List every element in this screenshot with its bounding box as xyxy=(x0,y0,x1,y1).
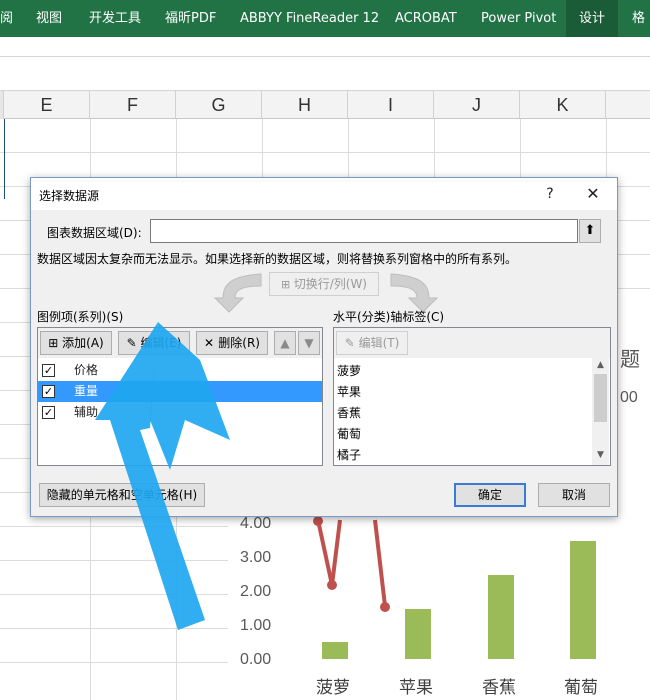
legend-entries-label: 图例项(系列)(S) xyxy=(37,310,124,324)
col-header-e[interactable]: E xyxy=(4,91,90,119)
switch-row-column-button[interactable]: ⊞ 切换行/列(W) xyxy=(269,272,379,296)
category-item: 橘子 xyxy=(337,448,362,462)
category-panel: ✎ 编辑(T) 菠萝 苹果 香蕉 葡萄 橘子 ▲ ▼ xyxy=(333,327,611,466)
scroll-up-icon[interactable]: ▲ xyxy=(592,360,609,370)
tab-abbyy[interactable]: ABBYY FineReader 12 xyxy=(240,0,379,37)
category-toolbar: ✎ 编辑(T) xyxy=(334,328,610,358)
category-item: 苹果 xyxy=(337,385,362,399)
series-item-price[interactable]: ✓ 价格 xyxy=(38,360,322,381)
category-item: 香蕉 xyxy=(337,406,362,420)
col-header-j[interactable]: J xyxy=(434,91,520,119)
edit-series-button[interactable]: ✎ 编辑(E) xyxy=(118,331,190,355)
tab-view[interactable]: 视图 xyxy=(36,0,62,37)
tab-foxit-pdf[interactable]: 福昕PDF xyxy=(165,0,216,37)
cancel-button[interactable]: 取消 xyxy=(538,483,610,507)
category-scrollbar[interactable]: ▲ ▼ xyxy=(592,358,609,465)
series-checkbox[interactable]: ✓ xyxy=(42,406,55,419)
series-item-weight[interactable]: ✓ 重量 xyxy=(38,381,322,402)
col-header-i[interactable]: I xyxy=(348,91,434,119)
col-header-l[interactable] xyxy=(606,91,650,119)
move-up-button[interactable]: ▲ xyxy=(274,331,296,355)
dialog-title-bar: 选择数据源 ? ✕ xyxy=(31,178,617,210)
scroll-thumb[interactable] xyxy=(594,374,607,422)
ok-button[interactable]: 确定 xyxy=(454,483,526,507)
series-toolbar: ⊞ 添加(A) ✎ 编辑(E) ✕ 删除(R) ▲ ▼ xyxy=(38,328,322,358)
col-header-g[interactable]: G xyxy=(176,91,262,119)
close-icon[interactable]: ✕ xyxy=(582,184,604,204)
column-header-row: E F G H I J K xyxy=(0,91,650,119)
select-data-source-dialog: 选择数据源 ? ✕ 图表数据区域(D): ⬆ 数据区域因太复杂而无法显示。如果选… xyxy=(30,177,618,517)
add-icon: ⊞ xyxy=(48,336,63,350)
delete-series-button[interactable]: ✕ 删除(R) xyxy=(196,331,268,355)
col-header-h[interactable]: H xyxy=(262,91,348,119)
edit-axis-labels-button[interactable]: ✎ 编辑(T) xyxy=(336,331,408,355)
range-input[interactable] xyxy=(150,219,578,243)
category-item: 葡萄 xyxy=(337,427,362,441)
formula-bar xyxy=(0,57,650,91)
series-checkbox[interactable]: ✓ xyxy=(42,364,55,377)
tab-format[interactable]: 格 xyxy=(632,0,645,37)
tab-power-pivot[interactable]: Power Pivot xyxy=(481,0,556,37)
ribbon-body xyxy=(0,37,650,57)
delete-icon: ✕ xyxy=(204,336,219,350)
category-item: 菠萝 xyxy=(337,364,362,378)
tab-acrobat[interactable]: ACROBAT xyxy=(395,0,457,37)
tab-review[interactable]: 阅 xyxy=(0,0,19,37)
edit-icon: ✎ xyxy=(344,336,359,350)
scroll-down-icon[interactable]: ▼ xyxy=(592,450,609,460)
dialog-title: 选择数据源 xyxy=(39,189,100,203)
secondary-axis-fragment: 00 xyxy=(620,389,638,406)
col-header-k[interactable]: K xyxy=(520,91,606,119)
series-item-helper[interactable]: ✓ 辅助 xyxy=(38,402,322,423)
series-panel: ⊞ 添加(A) ✎ 编辑(E) ✕ 删除(R) ▲ ▼ ✓ 价格 ✓ 重量 ✓ … xyxy=(37,327,323,466)
range-label: 图表数据区域(D): xyxy=(47,226,142,240)
switch-icon: ⊞ xyxy=(281,278,294,291)
ribbon-tab-bar: 阅 视图 开发工具 福昕PDF ABBYY FineReader 12 ACRO… xyxy=(0,0,650,37)
chart-title: 题 xyxy=(620,347,640,371)
help-icon[interactable]: ? xyxy=(539,184,561,204)
series-checkbox[interactable]: ✓ xyxy=(42,385,55,398)
move-down-button[interactable]: ▼ xyxy=(298,331,320,355)
tab-developer[interactable]: 开发工具 xyxy=(89,0,141,37)
col-header-f[interactable]: F xyxy=(90,91,176,119)
info-text: 数据区域因太复杂而无法显示。如果选择新的数据区域，则将替换系列窗格中的所有系列。 xyxy=(37,252,518,266)
add-series-button[interactable]: ⊞ 添加(A) xyxy=(40,331,112,355)
axis-labels-label: 水平(分类)轴标签(C) xyxy=(333,310,445,324)
tab-design[interactable]: 设计 xyxy=(566,0,618,37)
collapse-range-button[interactable]: ⬆ xyxy=(579,219,601,243)
hidden-empty-cells-button[interactable]: 隐藏的单元格和空单元格(H) xyxy=(39,483,205,507)
edit-icon: ✎ xyxy=(126,336,141,350)
